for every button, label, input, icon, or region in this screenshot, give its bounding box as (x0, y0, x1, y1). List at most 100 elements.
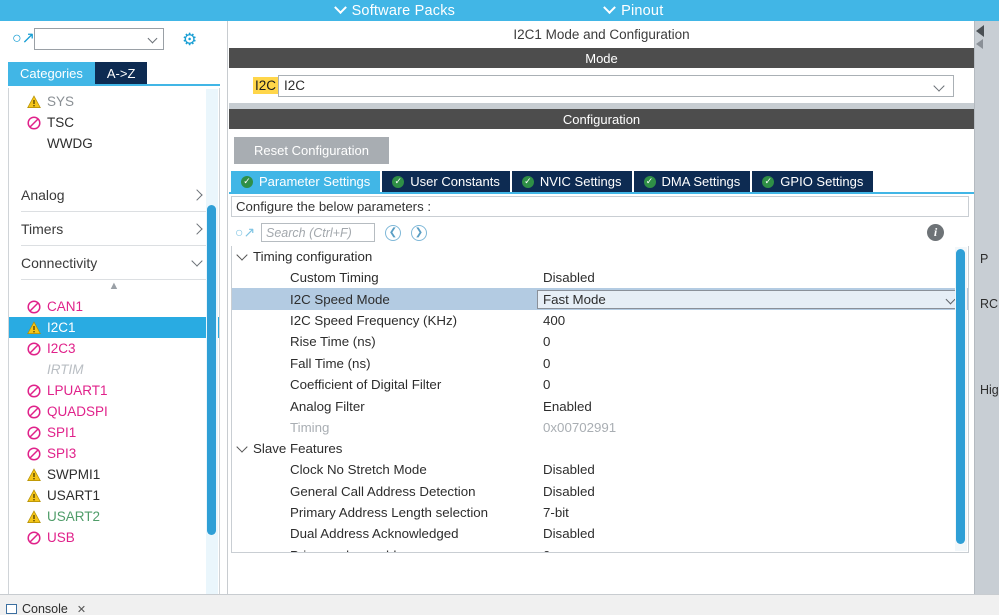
gear-icon[interactable]: ⚙ (182, 31, 197, 48)
sidebar-item-irtim[interactable]: IRTIM (9, 359, 219, 380)
sidebar-item-label: IRTIM (47, 361, 84, 377)
collapse-panel-icon[interactable] (976, 25, 990, 53)
sidebar-item-label: SPI1 (47, 424, 77, 440)
param-value[interactable]: 0 (537, 356, 968, 371)
sidebar-group-timers[interactable]: Timers (21, 212, 211, 246)
table-row[interactable]: Dual Address Acknowledged Disabled (232, 523, 968, 544)
tab-underline (8, 84, 220, 86)
sidebar-item-wwdg[interactable]: WWDG (9, 133, 219, 154)
chevron-down-icon (236, 441, 248, 453)
param-value[interactable]: Disabled (537, 270, 968, 285)
param-value[interactable]: Enabled (537, 399, 968, 414)
topbar-item-pinout[interactable]: Pinout (603, 1, 663, 19)
sidebar-item-i2c3[interactable]: I2C3 (9, 338, 219, 359)
parameter-search-input[interactable]: Search (Ctrl+F) (261, 223, 375, 242)
tab-label: Parameter Settings (259, 174, 371, 189)
table-row[interactable]: Analog Filter Enabled (232, 395, 968, 416)
sidebar-group-connectivity[interactable]: Connectivity (21, 246, 211, 280)
sidebar-item-usart2[interactable]: USART2 (9, 506, 219, 527)
sidebar-item-label: TSC (47, 114, 74, 130)
sidebar-scrollbar-track[interactable] (206, 89, 218, 599)
param-value[interactable]: Disabled (537, 526, 968, 541)
param-value[interactable]: 0 (537, 377, 968, 392)
parameter-scrollbar-thumb[interactable] (956, 249, 965, 544)
info-icon[interactable]: i (927, 224, 944, 241)
check-circle-icon: ✓ (762, 175, 775, 188)
sidebar-item-i2c1[interactable]: I2C1 (9, 317, 219, 338)
mode-select[interactable]: I2C (278, 74, 954, 97)
sidebar-group-label: Connectivity (21, 254, 98, 271)
param-value-select[interactable]: Fast Mode (537, 289, 963, 309)
right-strip-label-p: P (980, 252, 989, 266)
topbar-item-software-packs[interactable]: Software Packs (333, 1, 456, 19)
sidebar-item-swpmi1[interactable]: SWPMI1 (9, 464, 219, 485)
chevron-right-circle-icon[interactable]: ❯ (411, 224, 427, 241)
sidebar-item-label: USART2 (47, 508, 101, 524)
param-value[interactable]: 400 (537, 313, 968, 328)
tab-user-constants[interactable]: ✓ User Constants (382, 171, 510, 192)
settings-tabstrip: ✓ Parameter Settings ✓ User Constants ✓ NVIC … (229, 171, 974, 192)
table-row[interactable]: I2C Speed Frequency (KHz) 400 (232, 310, 968, 331)
warning-icon (27, 488, 41, 502)
param-value[interactable]: 0 (537, 334, 968, 349)
peripheral-list[interactable]: SYS TSC WWDG Analog Timers Connectivity ▲ CAN1 I… (8, 88, 220, 601)
mode-band-header: Mode (229, 48, 974, 68)
configuration-body: Reset Configuration ✓ Parameter Settings ✓… (229, 129, 974, 553)
forbidden-icon (27, 446, 41, 461)
configuration-band-header: Configuration (229, 109, 974, 129)
table-row[interactable]: Fall Time (ns) 0 (232, 353, 968, 374)
table-row[interactable]: Coefficient of Digital Filter 0 (232, 374, 968, 395)
chevron-left-circle-icon[interactable]: ❮ (385, 224, 401, 241)
search-icon: ○↗ (12, 30, 36, 47)
param-group-header[interactable]: Slave Features (232, 438, 968, 459)
forbidden-icon (27, 341, 41, 356)
scroll-up-icon[interactable]: ▲ (9, 280, 219, 296)
reset-configuration-button[interactable]: Reset Configuration (234, 136, 389, 164)
sidebar-item-label: USART1 (47, 487, 101, 503)
tab-gpio-settings[interactable]: ✓ GPIO Settings (752, 171, 874, 192)
sidebar-tab-az[interactable]: A->Z (94, 62, 148, 84)
table-row[interactable]: Primary slave address0 (232, 545, 968, 552)
table-row[interactable]: Rise Time (ns) 0 (232, 331, 968, 352)
parameter-scrollbar-track[interactable] (955, 247, 967, 551)
param-value: Fast Mode (543, 291, 606, 307)
bottom-bar: Console ✕ (0, 594, 999, 615)
param-name: Analog Filter (290, 398, 365, 414)
sidebar-group-analog[interactable]: Analog (21, 178, 211, 212)
param-group-header[interactable]: Timing configuration (232, 246, 968, 267)
table-row[interactable]: Timing 0x00702991 (232, 417, 968, 438)
table-row[interactable]: Primary Address Length selection 7-bit (232, 502, 968, 523)
sidebar-group-label: Timers (21, 220, 64, 237)
tab-nvic-settings[interactable]: ✓ NVIC Settings (511, 171, 632, 192)
param-value[interactable]: Disabled (537, 462, 968, 477)
param-value[interactable]: 7-bit (537, 505, 968, 520)
sidebar-item-usb[interactable]: USB (9, 527, 219, 548)
sidebar-item-tsc[interactable]: TSC (9, 112, 219, 133)
sidebar-tab-categories[interactable]: Categories (8, 62, 95, 84)
param-value[interactable]: Disabled (537, 484, 968, 499)
sidebar-item-lpuart1[interactable]: LPUART1 (9, 380, 219, 401)
check-circle-icon: ✓ (643, 175, 656, 188)
console-tab[interactable]: Console ✕ (6, 602, 86, 615)
sidebar-item-usart1[interactable]: USART1 (9, 485, 219, 506)
sidebar-search-input[interactable] (34, 28, 164, 50)
tab-label: Categories (20, 65, 83, 81)
param-value[interactable]: 0x00702991 (537, 420, 968, 435)
sidebar-item-spi3[interactable]: SPI3 (9, 443, 219, 464)
sidebar-item-sys[interactable]: SYS (9, 91, 219, 112)
table-row[interactable]: Clock No Stretch Mode Disabled (232, 459, 968, 480)
table-row[interactable]: General Call Address Detection Disabled (232, 481, 968, 502)
tab-parameter-settings[interactable]: ✓ Parameter Settings (231, 171, 381, 192)
chevron-down-icon (191, 255, 203, 267)
sidebar-item-spi1[interactable]: SPI1 (9, 422, 219, 443)
sidebar-item-can1[interactable]: CAN1 (9, 296, 219, 317)
param-value[interactable]: 0 (537, 548, 968, 552)
tab-dma-settings[interactable]: ✓ DMA Settings (633, 171, 751, 192)
sidebar-item-quadspi[interactable]: QUADSPI (9, 401, 219, 422)
table-row[interactable]: I2C Speed Mode Fast Mode (232, 288, 968, 310)
table-row[interactable]: Custom Timing Disabled (232, 267, 968, 288)
sidebar-item-label: CAN1 (47, 298, 84, 314)
parameter-search-placeholder: Search (Ctrl+F) (266, 225, 352, 240)
close-icon[interactable]: ✕ (77, 603, 86, 615)
sidebar-scrollbar-thumb[interactable] (207, 205, 216, 535)
